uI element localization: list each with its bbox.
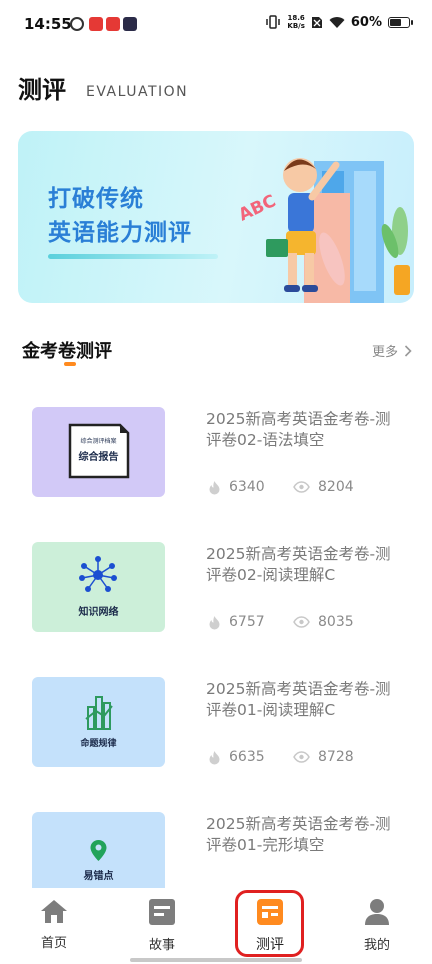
- network-speed-value: 18.6: [287, 14, 305, 22]
- more-label: 更多: [371, 345, 398, 360]
- nav-story-label: 故事: [148, 938, 175, 953]
- banner-illustration: ABC: [236, 158, 410, 303]
- home-indicator: [130, 958, 302, 962]
- item-thumbnail: 知识网络: [32, 542, 165, 632]
- network-speed: 18.6 KB/s: [287, 14, 304, 30]
- notification-app-icon: [123, 17, 137, 31]
- item-thumbnail: 易错点: [32, 812, 165, 888]
- battery-icon: [388, 16, 413, 28]
- more-link[interactable]: 更多: [372, 341, 412, 360]
- page-subtitle: EVALUATION: [86, 84, 189, 100]
- hot-value: 6340: [229, 479, 265, 495]
- network-speed-unit: KB/s: [287, 22, 305, 30]
- status-bar: 14:55 18.6 KB/s 60%: [0, 0, 432, 52]
- hot-value: 6757: [229, 614, 265, 630]
- item-view-count: 8035: [293, 614, 354, 630]
- views-value: 8728: [318, 749, 354, 765]
- item-thumbnail: 综合测评档案 综合报告: [32, 407, 165, 497]
- nav-mine-label: 我的: [363, 938, 390, 953]
- wifi-icon: [329, 16, 345, 28]
- list-item[interactable]: 综合测评档案 综合报告 2025新高考英语金考卷-测评卷02-语法填空 6340…: [0, 407, 432, 517]
- hot-value: 6635: [229, 749, 265, 765]
- nav-home[interactable]: 首页: [19, 898, 89, 951]
- bottom-nav: 首页 故事 测评 我的: [0, 888, 432, 964]
- section-title-indicator: [64, 362, 76, 366]
- item-hot-count: 6757: [208, 614, 265, 630]
- item-title: 2025新高考英语金考卷-测评卷01-完形填空: [206, 815, 391, 854]
- user-icon: [365, 899, 389, 925]
- eye-icon: [293, 481, 310, 493]
- banner-underline: [48, 254, 218, 259]
- views-value: 8204: [318, 479, 354, 495]
- section-title: 金考卷测评: [22, 341, 112, 362]
- active-tab-highlight: [235, 890, 304, 957]
- notification-app-icon: [106, 17, 120, 31]
- item-view-count: 8204: [293, 479, 354, 495]
- thumbnail-caption: 综合报告: [78, 452, 119, 463]
- eye-icon: [293, 751, 310, 763]
- page-title: 测评: [18, 76, 66, 104]
- flame-icon: [209, 480, 220, 494]
- thumbnail-caption: 易错点: [83, 871, 114, 882]
- banner-headline-line1: 打破传统: [48, 186, 144, 212]
- views-value: 8035: [318, 614, 354, 630]
- eye-icon: [293, 616, 310, 628]
- notification-app-icon: [70, 17, 84, 31]
- home-icon: [41, 900, 67, 923]
- status-indicators: 18.6 KB/s 60%: [265, 14, 413, 30]
- document-icon: [149, 899, 175, 925]
- item-hot-count: 6635: [208, 749, 265, 765]
- banner-headline-line2: 英语能力测评: [48, 220, 192, 246]
- item-thumbnail: 命题规律: [32, 677, 165, 767]
- nav-story[interactable]: 故事: [127, 898, 197, 953]
- flame-icon: [209, 750, 220, 764]
- list-item[interactable]: 知识网络 2025新高考英语金考卷-测评卷02-阅读理解C 6757 8035: [0, 542, 432, 652]
- pattern-icon: [85, 696, 113, 730]
- status-time: 14:55: [24, 15, 72, 33]
- banner-art-letters: ABC: [236, 191, 279, 225]
- nav-home-label: 首页: [40, 936, 67, 951]
- thumbnail-caption-small: 综合测评档案: [80, 438, 117, 445]
- item-title: 2025新高考英语金考卷-测评卷01-阅读理解C: [206, 680, 391, 719]
- thumbnail-caption: 知识网络: [78, 607, 119, 618]
- notification-app-icon: [89, 17, 103, 31]
- list-item[interactable]: 命题规律 2025新高考英语金考卷-测评卷01-阅读理解C 6635 8728: [0, 677, 432, 787]
- battery-percent: 60%: [350, 14, 382, 30]
- item-title: 2025新高考英语金考卷-测评卷02-阅读理解C: [206, 545, 391, 584]
- network-icon: [79, 556, 117, 592]
- item-title: 2025新高考英语金考卷-测评卷02-语法填空: [206, 410, 391, 449]
- chevron-right-icon: [404, 344, 412, 357]
- promo-banner[interactable]: 打破传统 英语能力测评 ABC: [18, 131, 414, 303]
- nav-mine[interactable]: 我的: [342, 898, 412, 953]
- vibrate-icon: [266, 15, 281, 29]
- item-view-count: 8728: [293, 749, 354, 765]
- thumbnail-caption: 命题规律: [80, 739, 117, 749]
- flame-icon: [209, 615, 220, 629]
- sim-off-icon: [311, 17, 322, 28]
- item-hot-count: 6340: [208, 479, 265, 495]
